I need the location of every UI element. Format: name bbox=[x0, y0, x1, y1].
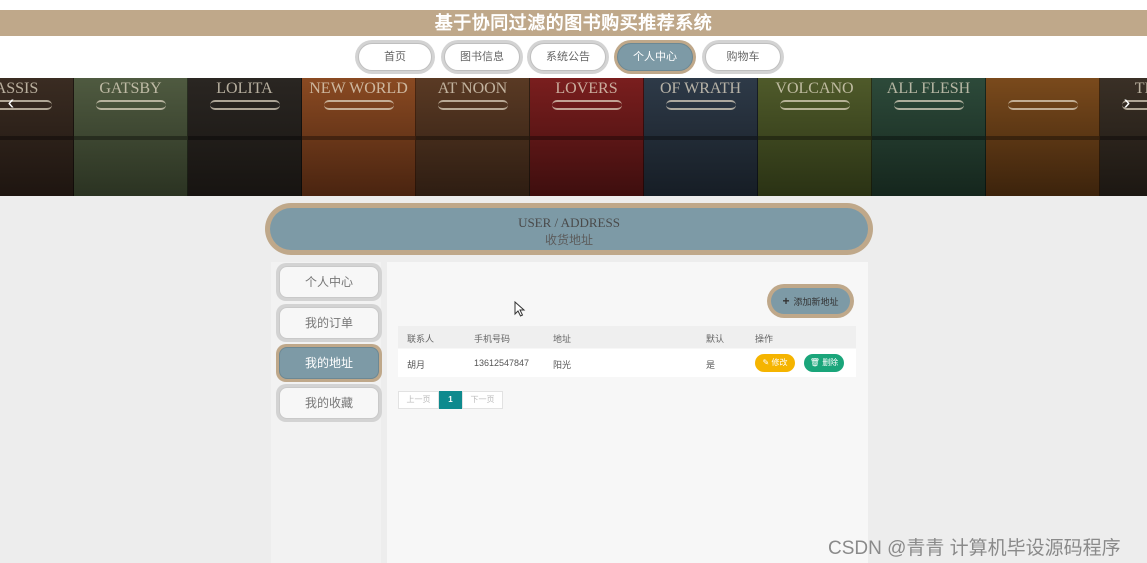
book-title: AT NOON bbox=[437, 80, 508, 97]
nav-item-label: 个人中心 bbox=[617, 43, 693, 71]
mouse-cursor-icon bbox=[514, 301, 526, 317]
delete-button[interactable]: 🗑 删除 bbox=[804, 354, 844, 372]
book-band bbox=[416, 136, 529, 140]
prev-page-button[interactable]: 上一页 bbox=[398, 391, 439, 409]
book-band bbox=[758, 136, 871, 140]
sidebar-item-label: 我的收藏 bbox=[279, 387, 379, 419]
plus-icon: + bbox=[782, 294, 790, 308]
top-strip bbox=[0, 0, 1147, 10]
sidebar-item-profile[interactable]: 个人中心 bbox=[276, 263, 382, 301]
sidebar-item-label: 我的地址 bbox=[279, 347, 379, 379]
book-title: LOVERS bbox=[555, 80, 618, 97]
nav-item-books[interactable]: 图书信息 bbox=[441, 40, 523, 74]
book-ornament bbox=[438, 100, 508, 110]
add-address-label: 添加新地址 bbox=[793, 297, 839, 307]
book-title: GATSBY bbox=[99, 80, 162, 97]
book-band bbox=[530, 136, 643, 140]
book-title: ALL FLESH bbox=[886, 80, 971, 97]
book-ornament bbox=[210, 100, 280, 110]
book-spine: OF WRATH bbox=[644, 78, 758, 196]
add-address-button-inner: + 添加新地址 bbox=[771, 288, 850, 314]
nav-item-home[interactable]: 首页 bbox=[355, 40, 435, 74]
column-header-default: 默认 bbox=[706, 334, 725, 344]
book-band bbox=[986, 136, 1099, 140]
top-nav: 首页 图书信息 系统公告 个人中心 购物车 bbox=[0, 36, 1147, 78]
trash-icon: 🗑 bbox=[809, 358, 823, 367]
book-spine bbox=[986, 78, 1100, 196]
chevron-left-icon[interactable]: ‹ bbox=[3, 92, 19, 115]
book-spine: VOLCANO bbox=[758, 78, 872, 196]
book-band bbox=[302, 136, 415, 140]
banner-carousel: ASSIS GATSBY LOLITA NEW WORLD AT NOON LO… bbox=[0, 78, 1147, 196]
nav-item-label: 购物车 bbox=[705, 43, 781, 71]
book-spine: NEW WORLD bbox=[302, 78, 416, 196]
cell-default: 是 bbox=[706, 360, 716, 370]
book-spine: LOVERS bbox=[530, 78, 644, 196]
book-band bbox=[74, 136, 187, 140]
book-spine: ALL FLESH bbox=[872, 78, 986, 196]
book-band bbox=[0, 136, 73, 140]
sidebar-item-address[interactable]: 我的地址 bbox=[276, 344, 382, 382]
section-title-en: USER / ADDRESS bbox=[518, 215, 620, 230]
book-ornament bbox=[894, 100, 964, 110]
book-band bbox=[188, 136, 301, 140]
book-spine: LOLITA bbox=[188, 78, 302, 196]
book-ornament bbox=[666, 100, 736, 110]
book-ornament bbox=[324, 100, 394, 110]
section-header: USER / ADDRESS 收货地址 bbox=[265, 203, 873, 255]
watermark: CSDN @青青 计算机毕设源码程序 bbox=[828, 538, 1121, 559]
sidebar-item-label: 个人中心 bbox=[279, 266, 379, 298]
app-title: 基于协同过滤的图书购买推荐系统 bbox=[0, 10, 1147, 36]
section-title-cn: 收货地址 bbox=[544, 233, 593, 247]
cell-phone: 13612547847 bbox=[474, 358, 530, 368]
section-header-inner: USER / ADDRESS 收货地址 bbox=[270, 208, 868, 250]
table-row: 胡月 13612547847 阳光 是 ✎ 修改 🗑 删除 bbox=[398, 349, 856, 377]
book-spine: GATSBY bbox=[74, 78, 188, 196]
book-ornament bbox=[96, 100, 166, 110]
nav-item-label: 首页 bbox=[358, 43, 432, 71]
book-band bbox=[644, 136, 757, 140]
chevron-right-icon[interactable]: › bbox=[1119, 92, 1135, 115]
column-header-actions: 操作 bbox=[755, 334, 774, 344]
delete-label: 删除 bbox=[822, 358, 839, 367]
book-title: VOLCANO bbox=[775, 80, 854, 97]
nav-item-label: 系统公告 bbox=[530, 43, 606, 71]
nav-item-profile[interactable]: 个人中心 bbox=[614, 40, 696, 74]
sidebar-item-favorites[interactable]: 我的收藏 bbox=[276, 384, 382, 422]
book-title: NEW WORLD bbox=[309, 80, 408, 97]
book-ornament bbox=[1008, 100, 1078, 110]
cell-contact: 胡月 bbox=[407, 360, 426, 370]
nav-item-cart[interactable]: 购物车 bbox=[702, 40, 784, 74]
book-title: LOLITA bbox=[216, 80, 273, 97]
column-header-contact: 联系人 bbox=[407, 334, 435, 344]
next-page-button[interactable]: 下一页 bbox=[462, 391, 503, 409]
sidebar-item-orders[interactable]: 我的订单 bbox=[276, 304, 382, 342]
nav-item-label: 图书信息 bbox=[444, 43, 520, 71]
edit-label: 修改 bbox=[771, 358, 788, 367]
table-header: 联系人 手机号码 地址 默认 操作 bbox=[398, 326, 856, 348]
column-header-address: 地址 bbox=[553, 334, 572, 344]
book-band bbox=[872, 136, 985, 140]
page-1-button[interactable]: 1 bbox=[439, 391, 462, 409]
book-band bbox=[1100, 136, 1147, 140]
sidebar: 个人中心 我的订单 我的地址 我的收藏 bbox=[271, 262, 382, 563]
book-ornament bbox=[780, 100, 850, 110]
book-spine: AT NOON bbox=[416, 78, 530, 196]
book-title: OF WRATH bbox=[659, 80, 742, 97]
add-address-button[interactable]: + 添加新地址 bbox=[767, 284, 854, 318]
column-header-phone: 手机号码 bbox=[474, 334, 511, 344]
edit-button[interactable]: ✎ 修改 bbox=[755, 354, 795, 372]
cell-address: 阳光 bbox=[553, 360, 572, 370]
sidebar-item-label: 我的订单 bbox=[279, 307, 379, 339]
nav-item-notices[interactable]: 系统公告 bbox=[527, 40, 609, 74]
book-ornament bbox=[552, 100, 622, 110]
